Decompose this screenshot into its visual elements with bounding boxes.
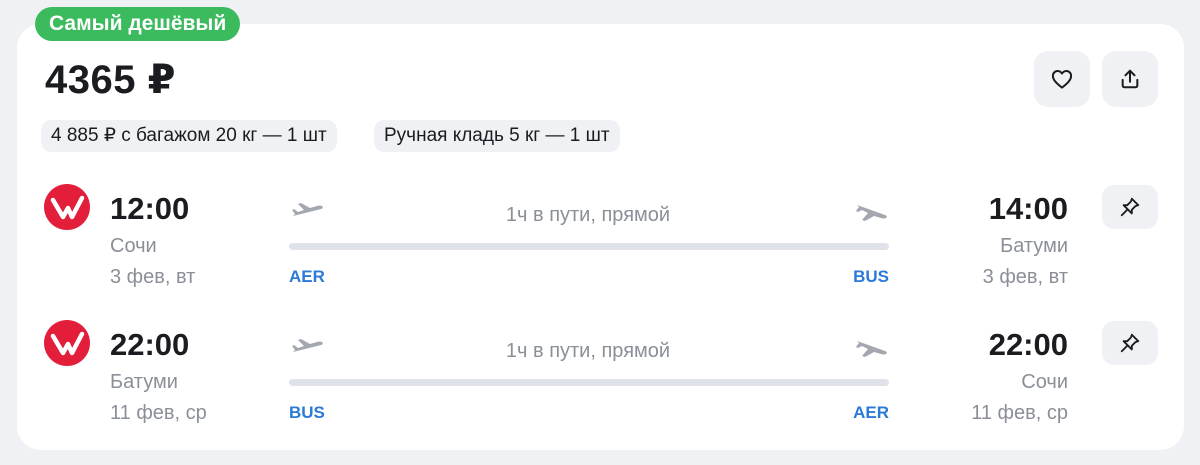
takeoff-plane-icon	[292, 203, 323, 216]
depart-city: Сочи	[110, 235, 157, 257]
share-icon	[1121, 69, 1139, 89]
arrive-airport-code: BUS	[853, 267, 889, 286]
pin-icon	[1120, 197, 1140, 217]
depart-airport-code: AER	[289, 267, 325, 286]
baggage-chip[interactable]: 4 885 ₽ с багажом 20 кг — 1 шт	[41, 120, 337, 152]
pin-button[interactable]	[1102, 321, 1158, 365]
pin-icon	[1120, 333, 1140, 353]
hand-luggage-chip[interactable]: Ручная кладь 5 кг — 1 шт	[374, 120, 620, 152]
arrive-time: 14:00	[988, 191, 1068, 226]
arrive-airport-code: AER	[853, 403, 889, 422]
arrive-city: Батуми	[1000, 235, 1068, 257]
airline-logo-icon	[44, 320, 90, 366]
takeoff-plane-icon	[292, 339, 323, 352]
flight-duration: 1ч в пути, прямой	[505, 204, 671, 226]
depart-time: 22:00	[110, 327, 190, 362]
cheapest-badge: Самый дешёвый	[35, 7, 241, 41]
depart-airport-code: BUS	[289, 403, 325, 422]
airline-logo-icon	[44, 184, 90, 230]
route-line	[289, 243, 889, 250]
landing-plane-icon	[856, 341, 887, 357]
depart-date: 11 фев, ср	[110, 402, 207, 424]
depart-date: 3 фев, вт	[110, 266, 196, 288]
route-line	[289, 379, 889, 386]
heart-icon	[1051, 70, 1073, 89]
arrive-date: 3 фев, вт	[982, 266, 1068, 288]
arrive-city: Сочи	[1021, 371, 1068, 393]
depart-city: Батуми	[110, 371, 178, 393]
landing-plane-icon	[856, 205, 887, 221]
arrive-date: 11 фев, ср	[971, 402, 1068, 424]
share-button[interactable]	[1102, 51, 1158, 107]
depart-time: 12:00	[110, 191, 190, 226]
favorite-button[interactable]	[1034, 51, 1090, 107]
pin-button[interactable]	[1102, 185, 1158, 229]
arrive-time: 22:00	[988, 327, 1068, 362]
price: 4365 ₽	[45, 58, 176, 102]
flight-duration: 1ч в пути, прямой	[505, 340, 671, 362]
